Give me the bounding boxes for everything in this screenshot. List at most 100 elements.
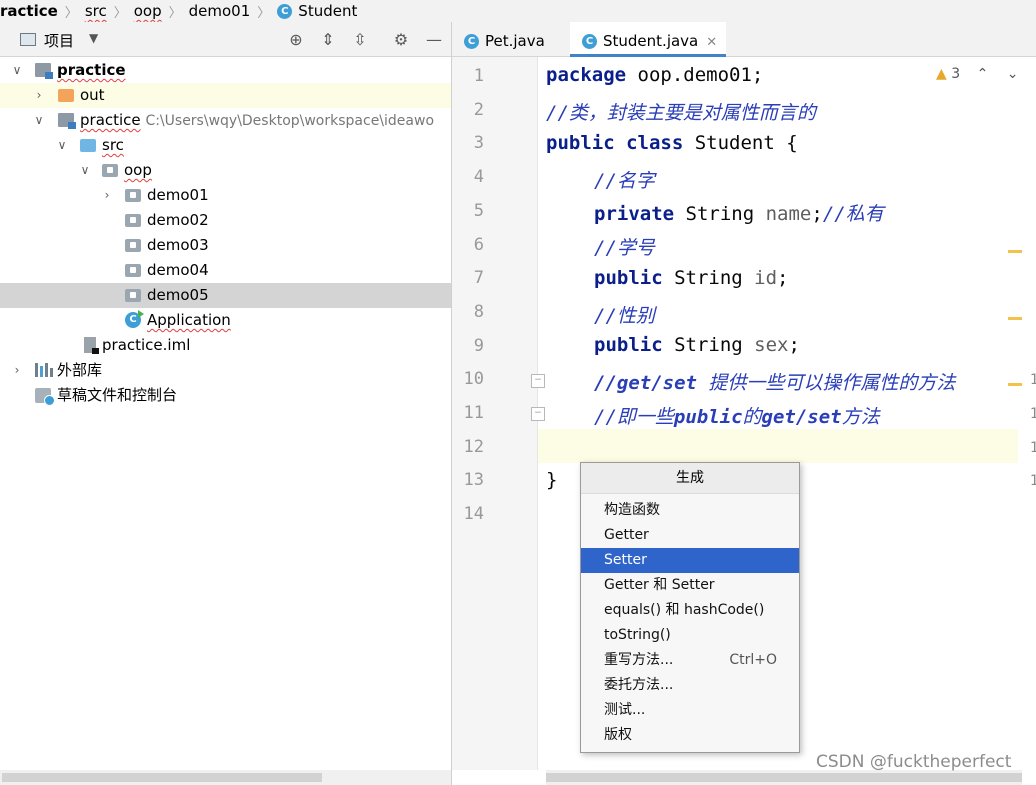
tab-pet-java[interactable]: C Pet.java xyxy=(452,22,580,56)
gear-icon[interactable]: ⚙ xyxy=(391,30,411,50)
tree-label: practice.iml xyxy=(102,336,191,354)
current-line-highlight xyxy=(538,429,1018,463)
warning-marker[interactable] xyxy=(1008,250,1022,253)
project-panel-title[interactable]: 项目 xyxy=(44,30,74,51)
class-icon: C xyxy=(582,34,597,49)
code-line-6[interactable]: //学号 xyxy=(594,233,655,260)
module-icon xyxy=(58,113,76,129)
code-line-5[interactable]: private String name;//私有 xyxy=(594,199,884,226)
breadcrumb-item-demo01[interactable]: demo01 xyxy=(189,2,251,20)
code-line-13[interactable]: } xyxy=(546,469,557,491)
tree-label: practice xyxy=(57,61,126,79)
breadcrumb-item-src[interactable]: src xyxy=(85,2,107,20)
editor-tab-bar: C Pet.java C Student.java ✕ xyxy=(452,22,1036,57)
breadcrumb-item-student[interactable]: Student xyxy=(298,2,357,20)
breadcrumb: ractice 〉 src 〉 oop 〉 demo01 〉 C Student xyxy=(0,0,1036,22)
code-line-3[interactable]: public class Student { xyxy=(546,132,798,154)
tree-label: demo04 xyxy=(147,261,209,279)
tree-item-demo01[interactable]: › demo01 xyxy=(0,183,451,208)
code-line-11[interactable]: //即一些public的get/set方法 xyxy=(594,402,880,429)
popup-title: 生成 xyxy=(581,463,799,494)
tab-label: Student.java xyxy=(603,32,699,50)
tree-item-practice-root[interactable]: ∨ practice xyxy=(0,58,451,83)
menu-item-getter[interactable]: Getter xyxy=(581,523,799,548)
tree-item-out[interactable]: › out xyxy=(0,83,451,108)
tree-item-external-libraries[interactable]: › 外部库 xyxy=(0,358,451,383)
line-number: 11 xyxy=(463,403,484,423)
tree-label: out xyxy=(80,86,105,104)
code-line-1[interactable]: package oop.demo01; xyxy=(546,64,763,86)
editor-horizontal-scrollbar[interactable] xyxy=(546,770,1022,785)
tree-item-demo02[interactable]: demo02 xyxy=(0,208,451,233)
menu-item-setter[interactable]: Setter xyxy=(581,548,799,573)
line-number: 3 xyxy=(473,133,484,154)
tab-student-java[interactable]: C Student.java ✕ xyxy=(570,22,726,57)
code-line-8[interactable]: //性别 xyxy=(594,301,655,328)
module-icon xyxy=(35,63,53,79)
warning-marker[interactable] xyxy=(1008,317,1022,320)
code-line-9[interactable]: public String sex; xyxy=(594,334,800,356)
tree-item-scratches[interactable]: 草稿文件和控制台 xyxy=(0,383,451,408)
tree-item-application[interactable]: C Application xyxy=(0,308,451,333)
menu-item-constructor[interactable]: 构造函数 xyxy=(581,498,799,523)
warning-marker[interactable] xyxy=(1008,383,1022,386)
line-number: 12 xyxy=(463,436,484,457)
code-line-10[interactable]: //get/set 提供一些可以操作属性的方法 xyxy=(594,368,955,395)
tab-label: Pet.java xyxy=(485,32,545,50)
tree-label: src xyxy=(102,136,124,154)
project-toolbar: 项目 ▼ ⊕ ⇕ ⇳ ⚙ — xyxy=(0,22,451,57)
menu-item-getter-and-setter[interactable]: Getter 和 Setter xyxy=(581,573,799,598)
chevron-down-icon[interactable]: ∨ xyxy=(78,158,92,183)
package-icon xyxy=(125,214,141,227)
close-icon[interactable]: ✕ xyxy=(706,35,717,50)
line-number: 5 xyxy=(473,200,484,221)
tree-item-demo05[interactable]: demo05 xyxy=(0,283,451,308)
expand-all-icon[interactable]: ⇕ xyxy=(318,30,338,50)
menu-item-override-methods[interactable]: 重写方法... Ctrl+O xyxy=(581,648,799,673)
horizontal-scrollbar[interactable] xyxy=(0,770,451,785)
previous-highlight-icon[interactable]: ⌃ xyxy=(977,66,989,82)
tree-item-demo03[interactable]: demo03 xyxy=(0,233,451,258)
next-highlight-icon[interactable]: ⌄ xyxy=(1007,66,1019,82)
tree-item-src[interactable]: ∨ src xyxy=(0,133,451,158)
chevron-down-icon[interactable]: ∨ xyxy=(10,58,24,83)
tree-item-practice-iml[interactable]: practice.iml xyxy=(0,333,451,358)
minimize-icon[interactable]: — xyxy=(424,30,444,50)
fold-icon[interactable]: − xyxy=(531,374,545,388)
scrollbar-thumb[interactable] xyxy=(2,773,322,782)
chevron-down-icon[interactable]: ∨ xyxy=(55,133,69,158)
collapse-all-icon[interactable]: ⇳ xyxy=(350,30,370,50)
module-path: C:\Users\wqy\Desktop\workspace\ideawo xyxy=(145,113,435,129)
chevron-down-icon[interactable]: ∨ xyxy=(32,108,46,133)
inspection-widget[interactable]: ▲ 3 ⌃ ⌄ xyxy=(936,66,1019,82)
menu-item-delegate-methods[interactable]: 委托方法... xyxy=(581,673,799,698)
package-icon xyxy=(125,239,141,252)
tree-item-oop[interactable]: ∨ oop xyxy=(0,158,451,183)
menu-item-test[interactable]: 测试... xyxy=(581,698,799,723)
project-view-icon xyxy=(20,33,36,46)
code-line-7[interactable]: public String id; xyxy=(594,267,789,289)
class-icon: C xyxy=(277,3,293,19)
tree-item-demo04[interactable]: demo04 xyxy=(0,258,451,283)
menu-item-equals-hashcode[interactable]: equals() 和 hashCode() xyxy=(581,598,799,623)
menu-item-copyright[interactable]: 版权 xyxy=(581,723,799,748)
chevron-right-icon[interactable]: › xyxy=(100,183,114,208)
package-icon xyxy=(125,264,141,277)
locate-icon[interactable]: ⊕ xyxy=(286,30,306,50)
library-icon xyxy=(35,363,53,377)
menu-item-tostring[interactable]: toString() xyxy=(581,623,799,648)
breadcrumb-item-project[interactable]: ractice xyxy=(0,2,58,20)
code-line-2[interactable]: //类，封装主要是对属性而言的 xyxy=(546,98,816,125)
tree-label: Application xyxy=(147,311,231,329)
tree-item-practice-module[interactable]: ∨ practice C:\Users\wqy\Desktop\workspac… xyxy=(0,108,451,133)
package-icon xyxy=(125,189,141,202)
chevron-right-icon[interactable]: › xyxy=(32,83,46,108)
dropdown-arrow-icon[interactable]: ▼ xyxy=(89,31,98,45)
code-line-4[interactable]: //名字 xyxy=(594,166,655,193)
line-number: 13 xyxy=(463,470,484,491)
scrollbar-thumb[interactable] xyxy=(546,773,1022,782)
fold-icon[interactable]: − xyxy=(531,407,545,421)
line-number: 6 xyxy=(473,234,484,255)
breadcrumb-item-oop[interactable]: oop xyxy=(134,2,162,20)
chevron-right-icon[interactable]: › xyxy=(10,358,24,383)
